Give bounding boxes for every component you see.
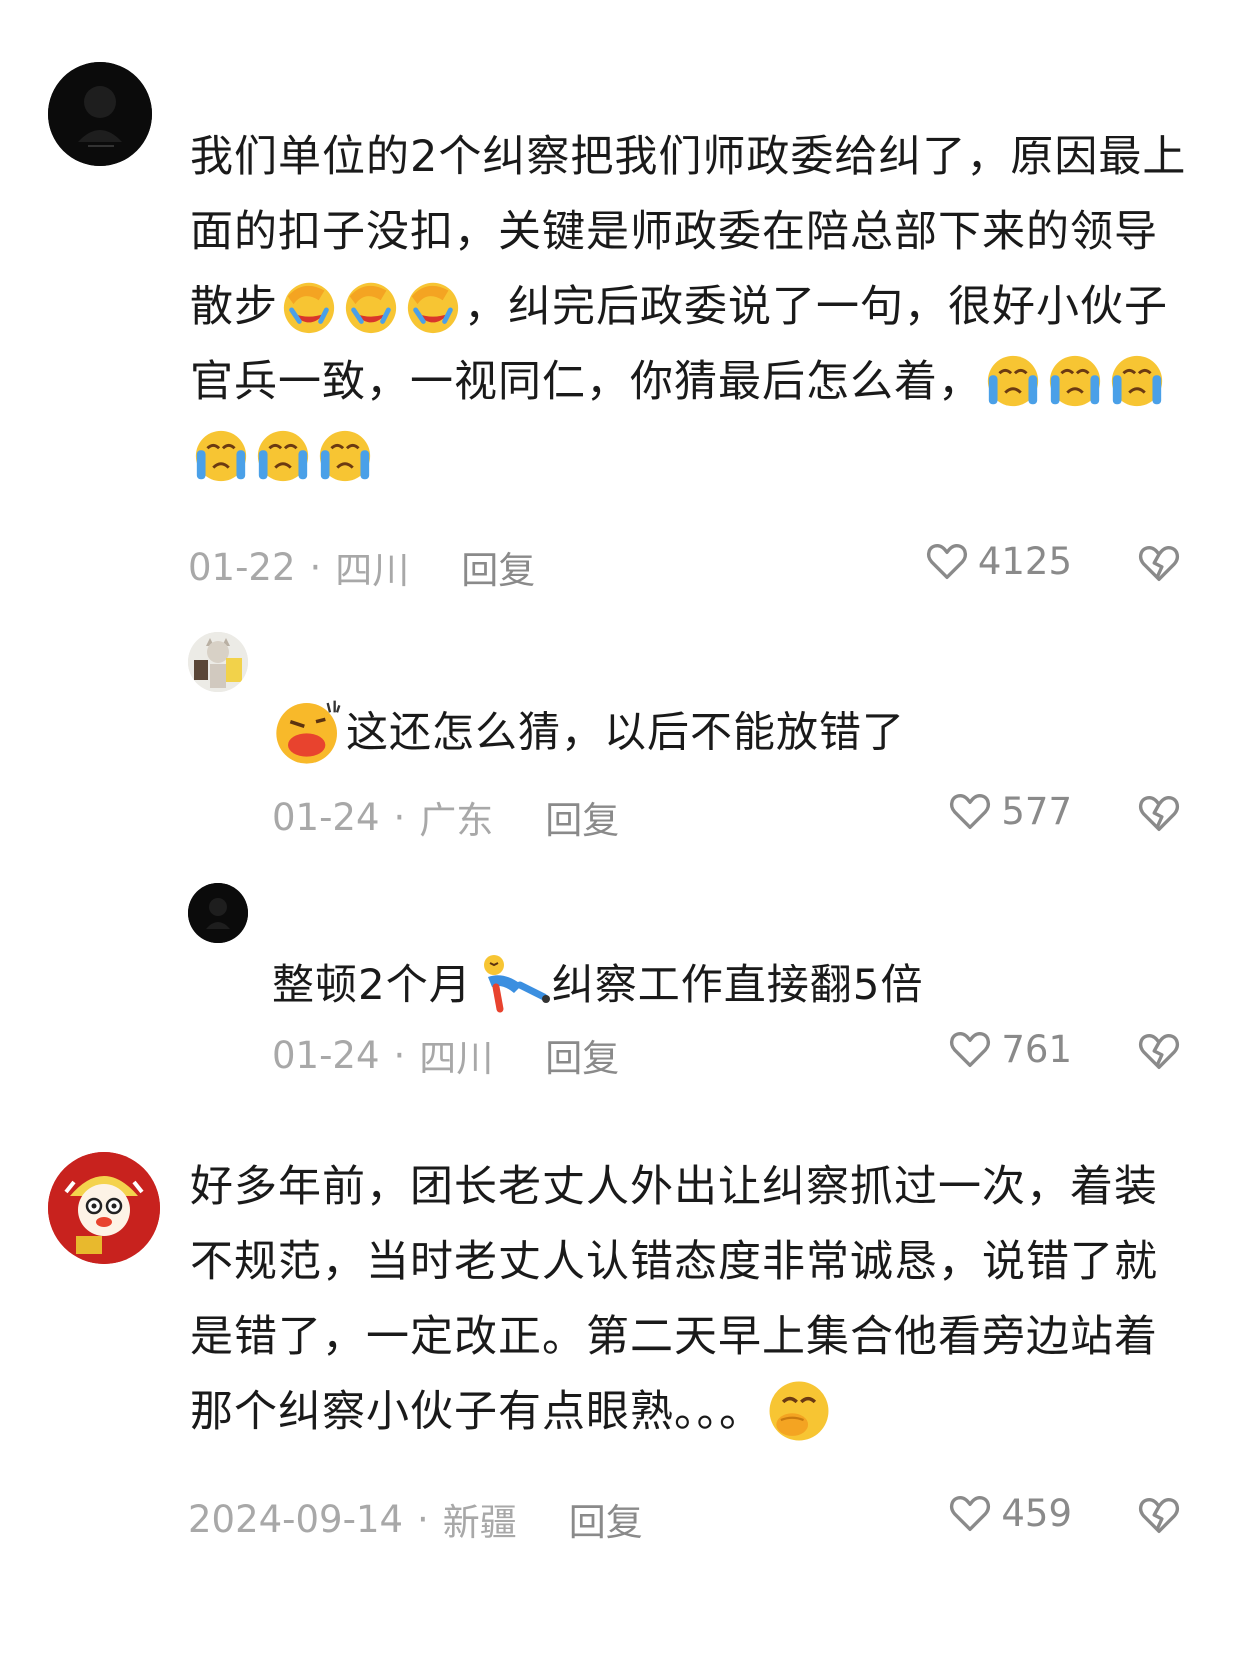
crying-emoji-icon xyxy=(984,352,1042,410)
reply-location: 广东 xyxy=(419,799,494,842)
like-count: 4125 xyxy=(977,539,1072,583)
broken-heart-icon xyxy=(1139,795,1179,831)
pouting-face-emoji-icon xyxy=(274,696,344,766)
meta-separator: · xyxy=(417,1497,429,1541)
crying-emoji-icon xyxy=(254,427,312,485)
crying-emoji-icon xyxy=(192,427,250,485)
fallen-person-emoji-icon xyxy=(474,951,550,1017)
reply-date: 01-24 xyxy=(272,1033,380,1077)
facepalm-laugh-emoji-icon xyxy=(404,277,462,335)
heart-outline-icon xyxy=(926,543,967,579)
comment-text: 好多年前，团长老丈人外出让纠察抓过一次，着装不规范，当时老丈人认错态度非常诚恳，… xyxy=(190,1150,1190,1450)
reply-button[interactable]: 回复 xyxy=(461,540,535,594)
crying-emoji-icon xyxy=(1108,352,1166,410)
user-avatar[interactable] xyxy=(48,1152,160,1264)
dislike-button[interactable] xyxy=(1136,540,1182,586)
reply-button[interactable]: 回复 xyxy=(545,1028,619,1082)
dislike-button[interactable] xyxy=(1136,790,1182,836)
comment-date: 01-22 xyxy=(188,545,296,589)
meta-separator: · xyxy=(393,1033,406,1077)
reply-text-content: 这还怎么猜，以后不能放错了 xyxy=(346,707,906,757)
facepalm-laugh-emoji-icon xyxy=(342,277,400,335)
meta-separator: · xyxy=(309,545,322,589)
like-count: 577 xyxy=(1001,789,1072,833)
dislike-button[interactable] xyxy=(1136,1492,1182,1538)
reply-text-before: 整顿2个月 xyxy=(272,960,472,1009)
hand-over-mouth-emoji-icon xyxy=(765,1377,833,1445)
user-avatar[interactable] xyxy=(48,62,152,166)
reply-text: 整顿2个月 纠察工作直接翻5倍 xyxy=(272,953,923,1021)
comment-meta: 2024-09-14 · 新疆 回复 xyxy=(188,1492,643,1546)
dislike-button[interactable] xyxy=(1136,1028,1182,1074)
heart-outline-icon xyxy=(950,793,991,829)
facepalm-laugh-emoji-icon xyxy=(280,277,338,335)
reply-meta: 01-24 · 四川 回复 xyxy=(272,1028,619,1082)
reply-button[interactable]: 回复 xyxy=(569,1492,643,1546)
reply-location: 四川 xyxy=(419,1037,494,1080)
meta-separator: · xyxy=(393,795,406,839)
like-count: 761 xyxy=(1001,1027,1072,1071)
comment-location: 新疆 xyxy=(442,1501,517,1544)
heart-outline-icon xyxy=(950,1495,991,1531)
crying-emoji-icon xyxy=(316,427,374,485)
comment-date: 2024-09-14 xyxy=(188,1497,404,1541)
crying-emoji-icon xyxy=(1046,352,1104,410)
silhouette-avatar-icon xyxy=(188,883,248,943)
reply-meta: 01-24 · 广东 回复 xyxy=(272,790,619,844)
reply-date: 01-24 xyxy=(272,795,380,839)
reply-text-after: 纠察工作直接翻5倍 xyxy=(551,960,924,1009)
user-avatar[interactable] xyxy=(188,883,248,943)
like-button[interactable]: 761 xyxy=(947,1026,1072,1072)
like-button[interactable]: 577 xyxy=(947,788,1072,834)
cat-avatar-icon xyxy=(188,632,248,692)
comment-text: 我们单位的2个纠察把我们师政委给纠了，原因最上面的扣子没扣，关键是师政委在陪总部… xyxy=(190,120,1190,495)
comment-text-content: 好多年前，团长老丈人外出让纠察抓过一次，着装不规范，当时老丈人认错态度非常诚恳，… xyxy=(190,1162,1158,1437)
heart-outline-icon xyxy=(950,1031,991,1067)
silhouette-avatar-icon xyxy=(48,62,152,166)
broken-heart-icon xyxy=(1139,1033,1179,1069)
comment-location: 四川 xyxy=(335,549,410,592)
reply-button[interactable]: 回复 xyxy=(545,790,619,844)
like-count: 459 xyxy=(1001,1491,1072,1535)
reply-text: 这还怎么猜，以后不能放错了 xyxy=(272,700,905,770)
broken-heart-icon xyxy=(1139,545,1179,581)
like-button[interactable]: 459 xyxy=(947,1490,1072,1536)
comment-meta: 01-22 · 四川 回复 xyxy=(188,540,535,594)
user-avatar[interactable] xyxy=(188,632,248,692)
lion-dance-avatar-icon xyxy=(48,1152,160,1264)
broken-heart-icon xyxy=(1139,1497,1179,1533)
like-button[interactable]: 4125 xyxy=(924,538,1072,584)
